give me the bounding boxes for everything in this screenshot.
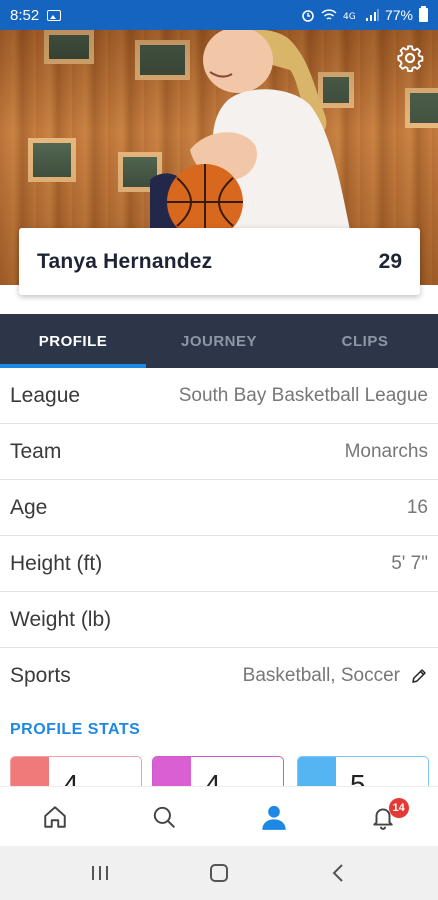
nav-profile[interactable] <box>219 787 329 846</box>
signal-icon <box>365 9 379 21</box>
stat-value: 4 <box>63 769 79 786</box>
weight-row: Weight (lb) <box>0 592 438 648</box>
battery-icon <box>419 6 428 22</box>
recent-apps-button[interactable] <box>80 853 120 893</box>
league-row: League South Bay Basketball League <box>0 368 438 424</box>
height-row: Height (ft) 5' 7" <box>0 536 438 592</box>
sports-label: Sports <box>10 664 71 687</box>
status-icons: 4G 77% <box>301 6 428 23</box>
tab-journey[interactable]: JOURNEY <box>146 314 292 368</box>
nav-notifications[interactable]: 14 <box>329 787 438 846</box>
stat-card[interactable]: 5 <box>297 756 429 786</box>
back-button[interactable] <box>318 853 358 893</box>
weight-label: Weight (lb) <box>10 607 112 631</box>
sports-value-group: Basketball, Soccer <box>243 665 428 687</box>
age-label: Age <box>10 495 48 519</box>
notification-badge: 14 <box>388 798 409 818</box>
home-button[interactable] <box>199 853 239 893</box>
jersey-number: 29 <box>378 249 402 273</box>
age-row: Age 16 <box>0 480 438 536</box>
league-label: League <box>10 383 81 407</box>
profile-tabs: PROFILE JOURNEY CLIPS <box>0 314 438 368</box>
wifi-icon <box>321 9 337 20</box>
lte-icon: 4G <box>343 12 356 22</box>
league-value: South Bay Basketball League <box>178 384 428 406</box>
age-value: 16 <box>406 496 428 518</box>
svg-text:4G: 4G <box>343 12 356 22</box>
team-label: Team <box>10 439 62 463</box>
team-value: Monarchs <box>344 440 428 462</box>
profile-stats-title: PROFILE STATS <box>10 721 141 738</box>
pencil-icon[interactable] <box>410 667 428 685</box>
search-icon <box>154 806 175 828</box>
height-label: Height (ft) <box>10 551 103 575</box>
sports-row: Sports Basketball, Soccer <box>0 648 438 704</box>
height-value: 5' 7" <box>391 552 428 574</box>
stat-card[interactable]: 4 <box>10 756 142 786</box>
stat-color-swatch <box>153 757 191 786</box>
player-name: Tanya Hernandez <box>37 249 213 273</box>
status-time: 8:52 <box>10 6 40 24</box>
battery-percent: 77% <box>384 7 413 23</box>
gear-icon[interactable] <box>396 44 424 72</box>
team-row: Team Monarchs <box>0 424 438 480</box>
home-square-icon <box>209 864 228 882</box>
profile-icon <box>262 805 286 830</box>
back-icon <box>332 864 344 882</box>
player-name-card: Tanya Hernandez 29 <box>19 228 420 295</box>
nav-search[interactable] <box>110 787 220 846</box>
system-navigation-bar <box>0 846 438 900</box>
bottom-navigation: 14 <box>0 786 438 846</box>
sports-value: Basketball, Soccer <box>242 665 400 686</box>
home-icon <box>44 805 66 828</box>
alarm-icon <box>302 10 314 22</box>
profile-details: League South Bay Basketball League Team … <box>0 368 438 704</box>
nav-home[interactable] <box>0 787 110 846</box>
stat-color-swatch <box>11 757 49 786</box>
profile-stats-cards: 4 4 5 <box>0 756 438 786</box>
tab-clips[interactable]: CLIPS <box>292 314 438 368</box>
stat-card[interactable]: 4 <box>152 756 284 786</box>
stat-color-swatch <box>298 757 336 786</box>
recent-apps-icon <box>91 866 108 880</box>
image-icon <box>47 9 62 21</box>
stat-value: 4 <box>205 769 221 786</box>
status-bar: 8:52 4G 77% <box>0 0 438 30</box>
stat-value: 5 <box>350 769 366 786</box>
tab-profile[interactable]: PROFILE <box>0 314 146 368</box>
